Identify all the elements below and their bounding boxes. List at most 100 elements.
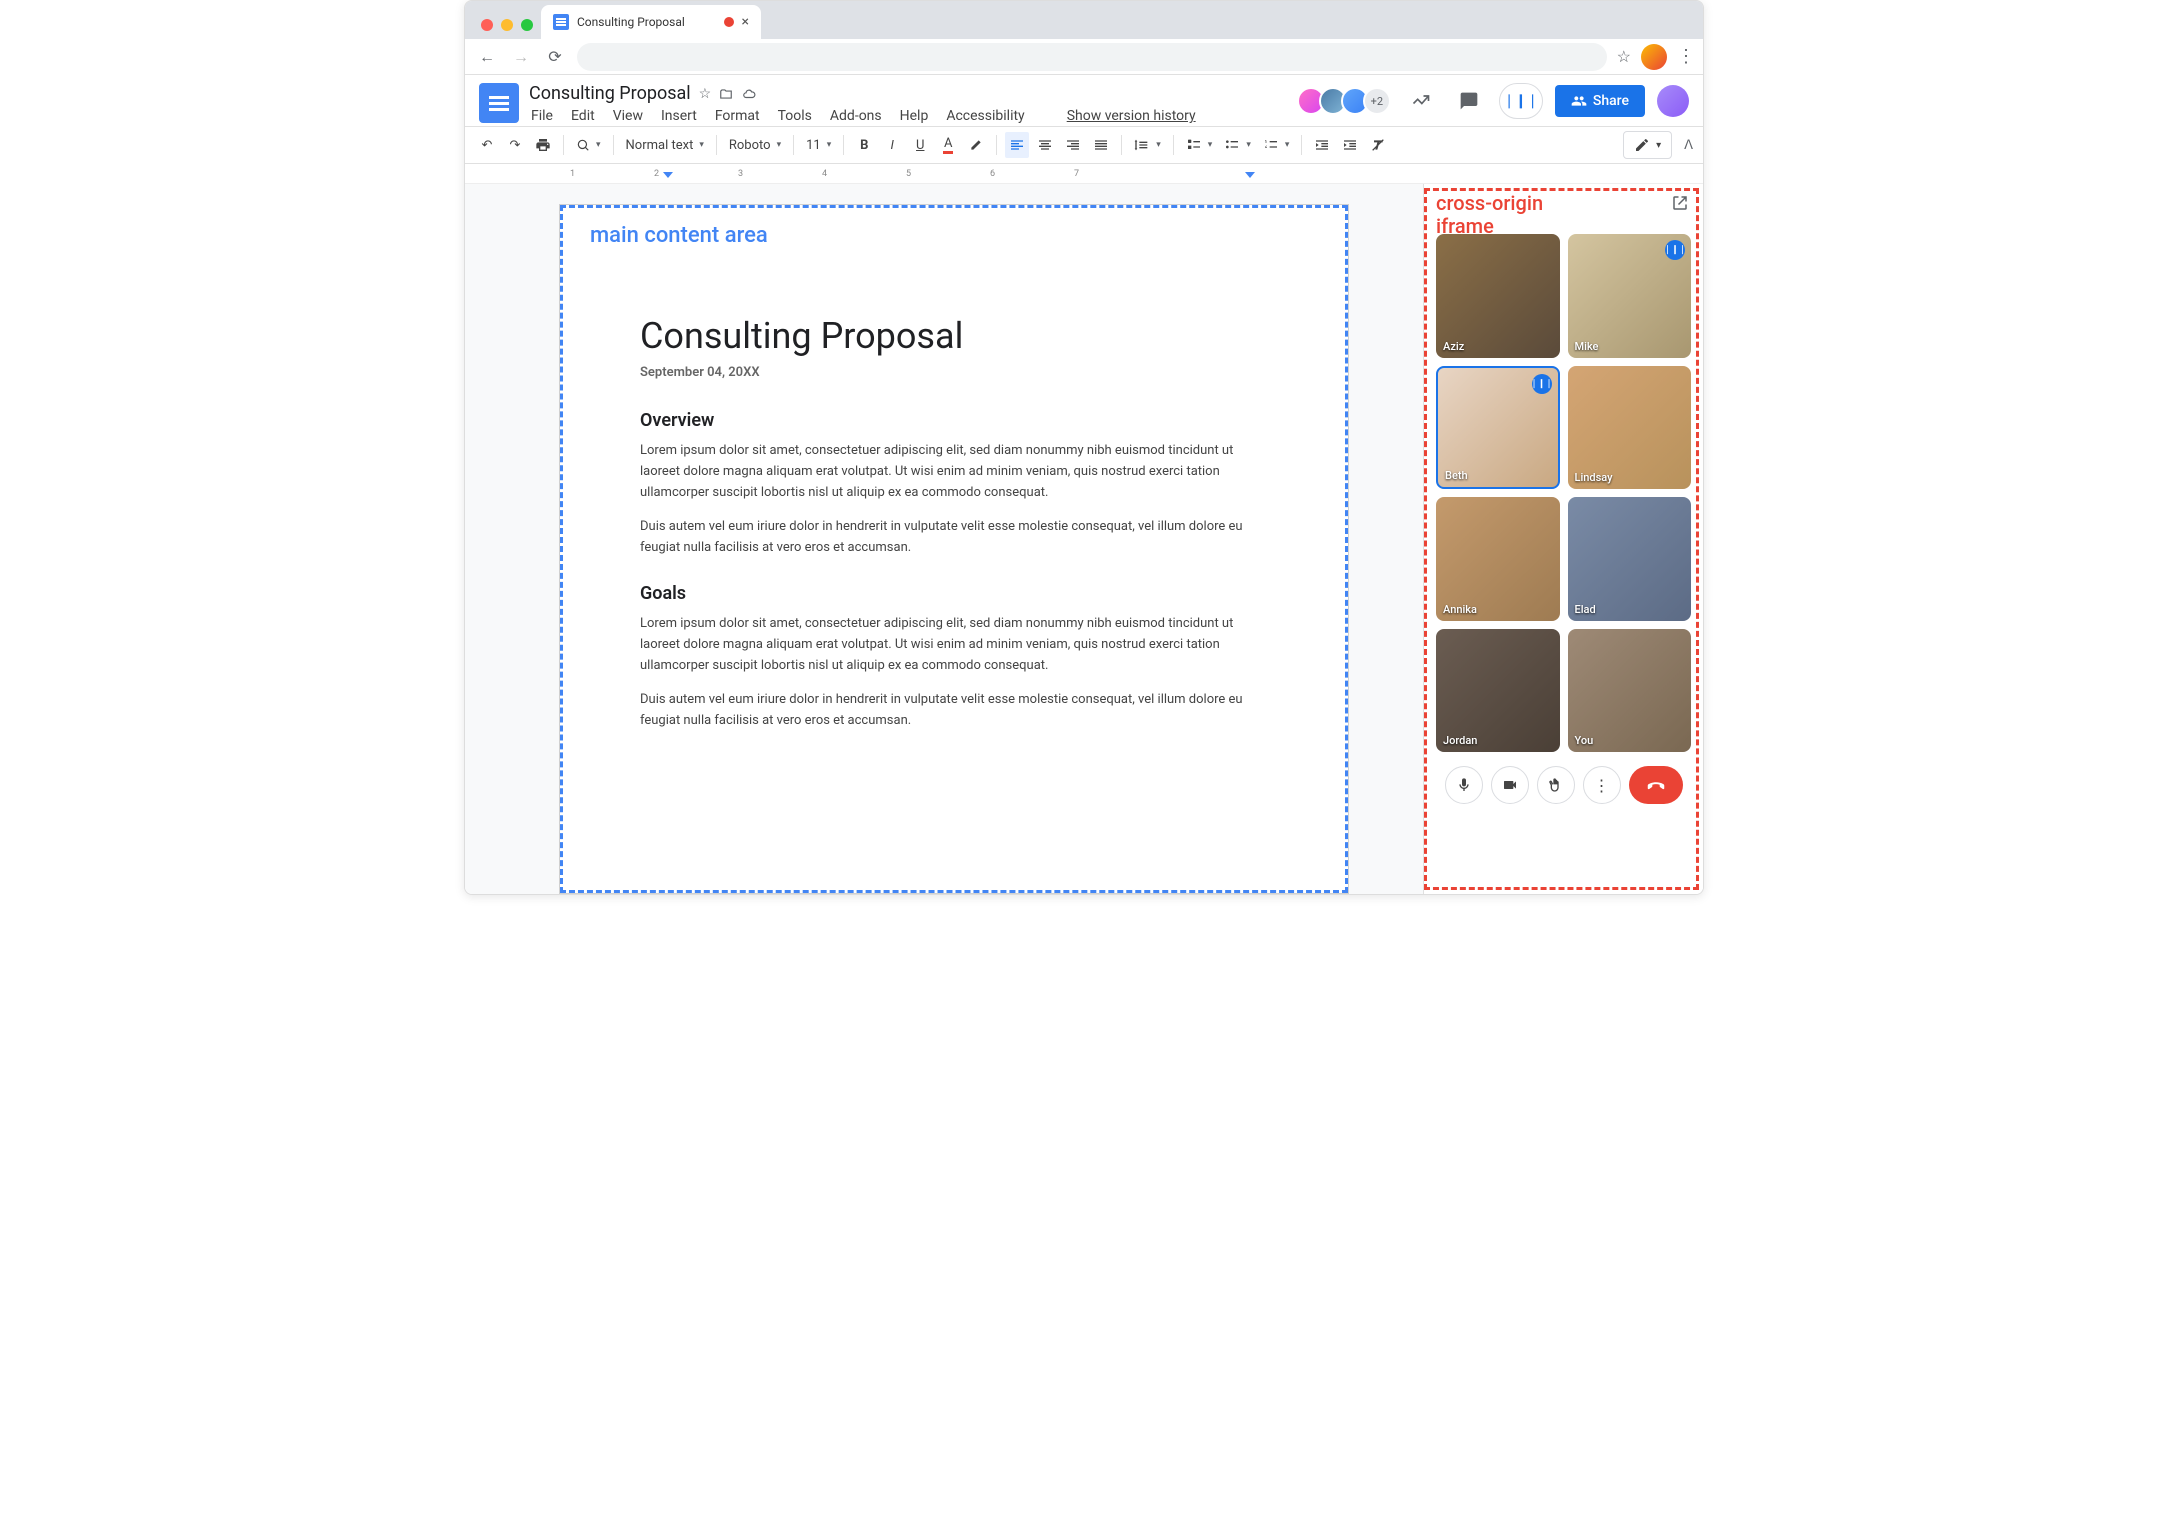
annotation-label: main content area: [590, 223, 768, 248]
fontsize-dropdown[interactable]: 11: [802, 132, 835, 158]
doc-heading[interactable]: Consulting Proposal: [640, 315, 1268, 357]
highlight-button[interactable]: [964, 132, 988, 158]
style-dropdown[interactable]: Normal text: [622, 132, 708, 158]
browser-nav-bar: ← → ⟳ ☆ ⋮: [465, 39, 1703, 75]
italic-button[interactable]: I: [880, 132, 904, 158]
bookmark-star-icon[interactable]: ☆: [1617, 47, 1631, 66]
participant-tile[interactable]: ❘❙❘Beth: [1436, 366, 1560, 490]
menu-addons[interactable]: Add-ons: [828, 106, 884, 126]
bulleted-list-button[interactable]: [1220, 132, 1255, 158]
browser-tab-strip: Consulting Proposal ×: [465, 1, 1703, 39]
docs-logo-icon[interactable]: [479, 83, 519, 123]
participant-tile[interactable]: You: [1568, 629, 1692, 753]
call-controls: ⋮: [1436, 766, 1691, 804]
tab-close-button[interactable]: ×: [742, 14, 749, 30]
docs-favicon-icon: [553, 14, 569, 30]
redo-button[interactable]: ↷: [503, 132, 527, 158]
doc-title[interactable]: Consulting Proposal: [529, 83, 691, 104]
reload-button[interactable]: ⟳: [543, 45, 567, 69]
forward-button[interactable]: →: [509, 45, 533, 69]
share-label: Share: [1593, 93, 1629, 109]
collapse-toolbar-button[interactable]: ᐱ: [1684, 138, 1693, 153]
collaborators[interactable]: +2: [1303, 87, 1391, 115]
bold-button[interactable]: B: [852, 132, 876, 158]
menu-tools[interactable]: Tools: [776, 106, 814, 126]
section-heading[interactable]: Overview: [640, 410, 1268, 431]
margin-marker-right[interactable]: [1245, 172, 1255, 183]
paragraph[interactable]: Duis autem vel eum iriure dolor in hendr…: [640, 690, 1268, 732]
decrease-indent-button[interactable]: [1310, 132, 1334, 158]
window-controls: [473, 19, 541, 39]
paragraph[interactable]: Lorem ipsum dolor sit amet, consectetuer…: [640, 441, 1268, 503]
align-justify-button[interactable]: [1089, 132, 1113, 158]
participant-tile[interactable]: Elad: [1568, 497, 1692, 621]
more-options-button[interactable]: ⋮: [1583, 766, 1621, 804]
version-history-link[interactable]: Show version history: [1065, 106, 1198, 126]
doc-date[interactable]: September 04, 20XX: [640, 365, 1268, 380]
hangup-button[interactable]: [1629, 766, 1683, 804]
align-center-button[interactable]: [1033, 132, 1057, 158]
menu-view[interactable]: View: [611, 106, 645, 126]
menu-format[interactable]: Format: [713, 106, 762, 126]
ruler[interactable]: 1 2 3 4 5 6 7: [465, 164, 1703, 184]
align-left-button[interactable]: [1005, 132, 1029, 158]
participant-tile[interactable]: Jordan: [1436, 629, 1560, 753]
cloud-status-icon[interactable]: [741, 87, 757, 101]
meet-side-panel: cross-origin iframe Aziz ❘❙❘Mike ❘❙❘Beth…: [1423, 184, 1703, 894]
paragraph[interactable]: Lorem ipsum dolor sit amet, consectetuer…: [640, 614, 1268, 676]
docs-header: Consulting Proposal ☆ File Edit View Ins…: [465, 75, 1703, 126]
activity-icon[interactable]: [1403, 83, 1439, 119]
menu-edit[interactable]: Edit: [569, 106, 597, 126]
undo-button[interactable]: ↶: [475, 132, 499, 158]
line-spacing-button[interactable]: [1130, 132, 1165, 158]
font-dropdown[interactable]: Roboto: [725, 132, 785, 158]
format-toolbar: ↶ ↷ Normal text Roboto 11 B I U A: [465, 126, 1703, 164]
comments-icon[interactable]: [1451, 83, 1487, 119]
camera-button[interactable]: [1491, 766, 1529, 804]
zoom-dropdown[interactable]: [572, 132, 605, 158]
close-window-btn[interactable]: [481, 19, 493, 31]
menu-insert[interactable]: Insert: [659, 106, 699, 126]
browser-profile-avatar[interactable]: [1641, 44, 1667, 70]
share-button[interactable]: Share: [1555, 85, 1645, 117]
tab-title: Consulting Proposal: [577, 15, 685, 29]
numbered-list-button[interactable]: [1259, 132, 1294, 158]
margin-marker-left[interactable]: [663, 172, 673, 183]
page[interactable]: main content area Consulting Proposal Se…: [559, 204, 1349, 894]
increase-indent-button[interactable]: [1338, 132, 1362, 158]
maximize-window-btn[interactable]: [521, 19, 533, 31]
present-meet-button[interactable]: ❘❙❘: [1499, 83, 1543, 119]
participant-tile[interactable]: Aziz: [1436, 234, 1560, 358]
menu-accessibility[interactable]: Accessibility: [944, 106, 1026, 126]
star-doc-icon[interactable]: ☆: [699, 86, 712, 102]
print-button[interactable]: [531, 132, 555, 158]
browser-tab[interactable]: Consulting Proposal ×: [541, 5, 761, 39]
browser-menu-button[interactable]: ⋮: [1677, 46, 1693, 67]
underline-button[interactable]: U: [908, 132, 932, 158]
menu-bar: File Edit View Insert Format Tools Add-o…: [529, 106, 1293, 126]
move-doc-icon[interactable]: [719, 87, 733, 101]
menu-help[interactable]: Help: [898, 106, 931, 126]
clear-format-button[interactable]: [1366, 132, 1390, 158]
checklist-button[interactable]: [1182, 132, 1217, 158]
align-right-button[interactable]: [1061, 132, 1085, 158]
paragraph[interactable]: Duis autem vel eum iriure dolor in hendr…: [640, 517, 1268, 559]
annotation-label: cross-origin iframe: [1436, 192, 1543, 238]
participant-tile[interactable]: ❘❙❘Mike: [1568, 234, 1692, 358]
back-button[interactable]: ←: [475, 45, 499, 69]
minimize-window-btn[interactable]: [501, 19, 513, 31]
participant-tile[interactable]: Lindsay: [1568, 366, 1692, 490]
account-avatar[interactable]: [1657, 85, 1689, 117]
participant-tile[interactable]: Annika: [1436, 497, 1560, 621]
menu-file[interactable]: File: [529, 106, 555, 126]
collaborator-overflow[interactable]: +2: [1363, 87, 1391, 115]
editing-mode-dropdown[interactable]: ▾: [1623, 131, 1672, 159]
address-bar[interactable]: [577, 43, 1607, 71]
text-color-button[interactable]: A: [936, 132, 960, 158]
popout-button[interactable]: [1671, 194, 1689, 212]
section-heading[interactable]: Goals: [640, 583, 1268, 604]
recording-indicator-icon: [724, 17, 734, 27]
raise-hand-button[interactable]: [1537, 766, 1575, 804]
mute-button[interactable]: [1445, 766, 1483, 804]
document-canvas[interactable]: main content area Consulting Proposal Se…: [465, 184, 1423, 894]
